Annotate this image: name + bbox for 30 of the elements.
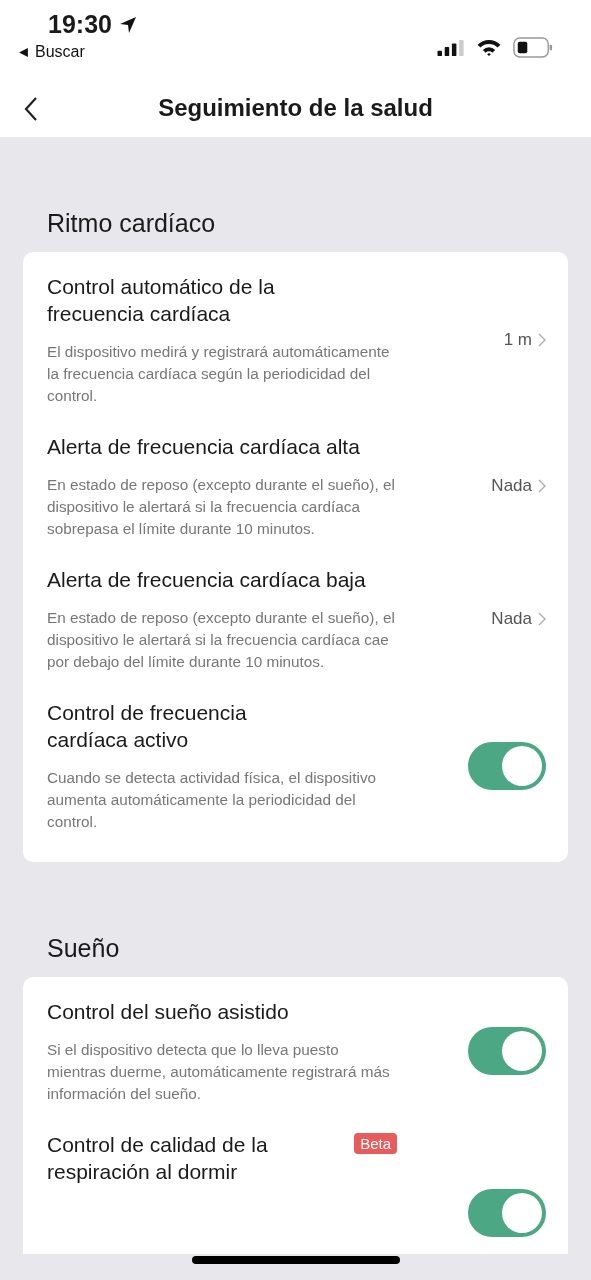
- page-title: Seguimiento de la salud: [158, 94, 433, 123]
- setting-title: Control de frecuencia cardíaca activo: [47, 699, 248, 753]
- chevron-right-icon: [538, 479, 546, 494]
- setting-title: Control del sueño asistido: [47, 998, 289, 1025]
- setting-description: En estado de reposo (excepto durante el sueño), el dispositivo le alertará si la frecuencia cardíaca cae por debajo del límite durante 10 minutos.: [47, 607, 396, 672]
- setting-title: Alerta de frecuencia cardíaca alta: [47, 433, 360, 460]
- back-to-app-link[interactable]: Buscar: [18, 39, 85, 61]
- chevron-right-icon: [538, 612, 546, 627]
- setting-description: En estado de reposo (excepto durante el sueño), el dispositivo le alertará si la frecuencia cardíaca sobrepasa el límite durante 10 minutos.: [47, 474, 396, 539]
- battery-icon: [513, 37, 553, 59]
- signal-icon: [437, 38, 465, 57]
- value-selector[interactable]: 1 m: [503, 329, 546, 350]
- back-triangle-icon: [18, 46, 29, 58]
- wifi-icon: [476, 38, 502, 58]
- setting-description: Cuando se detecta actividad física, el dispositivo aumenta automáticamente la periodicidad del control.: [47, 767, 378, 832]
- status-time: 19:30: [48, 10, 112, 39]
- chevron-right-icon: [538, 332, 546, 347]
- setting-title: Control automático de la frecuencia cardíaca: [47, 273, 276, 327]
- beta-badge: Beta: [354, 1132, 397, 1154]
- toggle-switch[interactable]: [468, 741, 546, 790]
- setting-description: El dispositivo medirá y registrará automáticamente la frecuencia cardíaca según la periodicidad del control.: [47, 341, 391, 406]
- toggle-switch[interactable]: [468, 1188, 546, 1237]
- toggle-switch[interactable]: [468, 1027, 546, 1076]
- value-selector[interactable]: Nada: [491, 476, 546, 497]
- section-title: Ritmo cardíaco: [46, 207, 217, 239]
- setting-description: Si el dispositivo detecta que lo lleva puesto mientras duerme, automáticamente registrará más información del sueño.: [47, 1039, 391, 1104]
- setting-title: Alerta de frecuencia cardíaca baja: [47, 566, 366, 593]
- section-title: Sueño: [46, 932, 121, 964]
- value-selector[interactable]: Nada: [491, 609, 546, 630]
- setting-title: Control de calidad de la respiración al dormir: [47, 1131, 269, 1185]
